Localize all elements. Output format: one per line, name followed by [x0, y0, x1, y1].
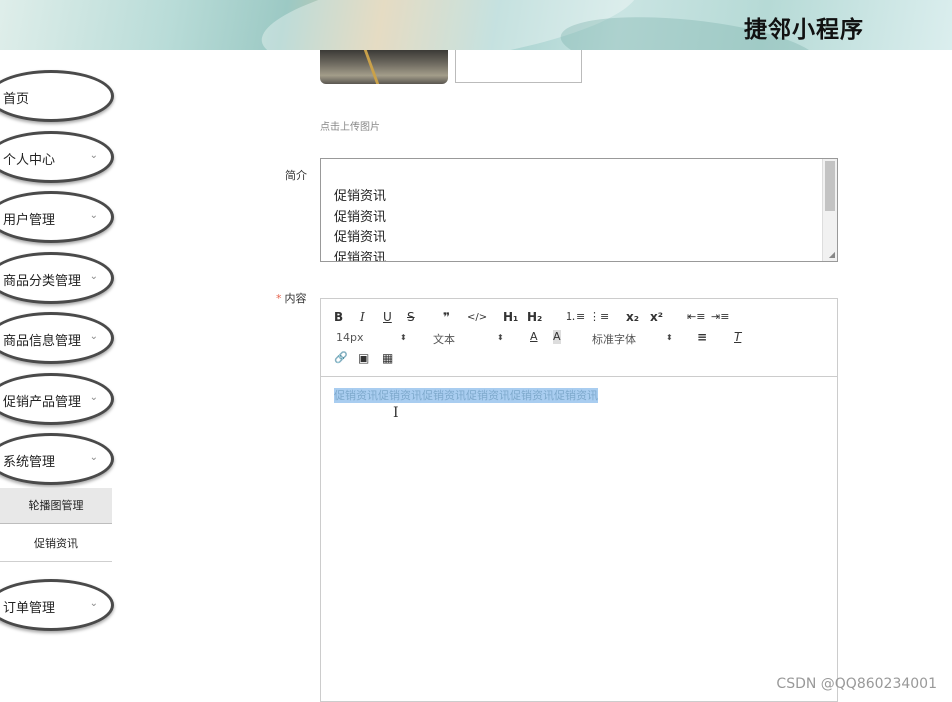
select-arrow-icon: ⬍	[400, 333, 407, 342]
image-icon[interactable]: ▣	[358, 351, 369, 365]
upload-image-button[interactable]	[455, 50, 582, 83]
ordered-list-button[interactable]: ⒈≡	[565, 310, 585, 324]
indent-button[interactable]: ⇥≡	[711, 310, 729, 324]
watermark: CSDN @QQ860234001	[776, 676, 937, 692]
app-header: 捷邻小程序	[0, 0, 952, 50]
sidebar-item-label: 订单管理	[3, 601, 56, 616]
intro-line: 促销资讯	[334, 189, 387, 204]
textarea-scrollbar[interactable]	[822, 159, 837, 261]
outdent-button[interactable]: ⇤≡	[687, 310, 705, 324]
clear-format-button[interactable]: T	[734, 330, 741, 344]
sidebar-item-label: 首页	[3, 92, 30, 107]
rich-text-editor[interactable]: B I U S ❞ </> H₁ H₂ ⒈≡ ⋮≡ x₂ x² ⇤≡ ⇥≡ 14…	[320, 298, 838, 702]
strike-button[interactable]: S	[407, 310, 415, 324]
code-block-button[interactable]: </>	[467, 311, 487, 325]
header-select[interactable]: 文本 ⬍	[433, 331, 504, 347]
chevron-down-icon: ⌄	[89, 392, 98, 403]
editor-toolbar: B I U S ❞ </> H₁ H₂ ⒈≡ ⋮≡ x₂ x² ⇤≡ ⇥≡ 14…	[321, 299, 837, 377]
content-label: * 内容	[276, 290, 307, 306]
bold-button[interactable]: B	[334, 310, 343, 324]
editor-content[interactable]: 促销资讯促销资讯促销资讯促销资讯促销资讯促销资讯	[334, 387, 598, 403]
font-size-select[interactable]: 14px ⬍	[336, 331, 407, 344]
sidebar-subitem-promotion-news[interactable]: 促销资讯	[0, 526, 112, 562]
italic-button[interactable]: I	[360, 310, 365, 324]
select-arrow-icon: ⬍	[497, 333, 504, 342]
font-color-button[interactable]: A	[530, 330, 538, 344]
intro-textarea[interactable]: 促销资讯 促销资讯 促销资讯 促销资讯 ◢	[320, 158, 838, 262]
required-mark: *	[276, 292, 282, 305]
intro-line: 促销资讯	[334, 250, 387, 262]
header-select-value: 文本	[433, 333, 455, 346]
sidebar-subitem-carousel[interactable]: 轮播图管理	[0, 488, 112, 524]
sidebar-item-label: 商品分类管理	[3, 274, 82, 289]
h2-button[interactable]: H₂	[527, 310, 542, 324]
chevron-down-icon: ⌄	[89, 210, 98, 221]
intro-line: 促销资讯	[334, 209, 387, 225]
sidebar-item-label: 商品信息管理	[3, 334, 82, 349]
sidebar-item-system-management[interactable]: 系统管理 ⌄	[0, 433, 114, 485]
superscript-button[interactable]: x²	[650, 310, 663, 324]
blockquote-button[interactable]: ❞	[443, 310, 450, 324]
background-color-button[interactable]: A	[553, 330, 561, 344]
bullet-list-button[interactable]: ⋮≡	[589, 310, 609, 324]
font-size-value: 14px	[336, 331, 364, 344]
sidebar-item-promotion-management[interactable]: 促销产品管理 ⌄	[0, 373, 114, 425]
h1-button[interactable]: H₁	[503, 310, 518, 324]
content-label-text: 内容	[284, 292, 307, 305]
chevron-down-icon: ⌄	[89, 598, 98, 609]
chevron-down-icon: ⌄	[89, 331, 98, 342]
underline-button[interactable]: U	[383, 310, 392, 324]
sidebar-item-user-management[interactable]: 用户管理 ⌄	[0, 191, 114, 243]
sidebar-item-category-management[interactable]: 商品分类管理 ⌄	[0, 252, 114, 304]
sidebar-item-home[interactable]: 首页	[0, 70, 114, 122]
sidebar-item-product-management[interactable]: 商品信息管理 ⌄	[0, 312, 114, 364]
chevron-down-icon: ⌄	[89, 452, 98, 463]
align-button[interactable]: ≡	[697, 330, 707, 344]
upload-hint: 点击上传图片	[320, 122, 380, 133]
sidebar-item-order-management[interactable]: 订单管理 ⌄	[0, 579, 114, 631]
app-title: 捷邻小程序	[744, 17, 864, 43]
sidebar: 首页 个人中心 ⌄ 用户管理 ⌄ 商品分类管理 ⌄ 商品信息管理 ⌄ 促销产品管…	[0, 50, 140, 702]
link-icon[interactable]: 🔗	[334, 351, 348, 365]
text-cursor-icon: I	[393, 405, 399, 421]
chevron-down-icon: ⌄	[89, 271, 98, 282]
font-family-value: 标准字体	[592, 333, 636, 346]
select-arrow-icon: ⬍	[666, 333, 673, 342]
chevron-down-icon: ⌄	[89, 150, 98, 161]
scrollbar-thumb[interactable]	[825, 161, 835, 211]
uploaded-image-thumbnail[interactable]	[320, 50, 448, 84]
thumbnail-detail	[363, 50, 380, 84]
intro-text: 促销资讯 促销资讯 促销资讯 促销资讯	[334, 187, 387, 262]
intro-label: 简介	[285, 169, 307, 182]
resize-grip-icon[interactable]: ◢	[829, 251, 835, 259]
sidebar-item-label: 促销产品管理	[3, 395, 82, 410]
font-family-select[interactable]: 标准字体 ⬍	[592, 331, 673, 347]
subscript-button[interactable]: x₂	[626, 310, 639, 324]
video-icon[interactable]: ▦	[382, 351, 393, 365]
sidebar-item-label: 用户管理	[3, 213, 56, 228]
sidebar-item-label: 系统管理	[3, 455, 56, 470]
sidebar-item-personal-center[interactable]: 个人中心 ⌄	[0, 131, 114, 183]
selected-text: 促销资讯促销资讯促销资讯促销资讯促销资讯促销资讯	[334, 388, 598, 403]
intro-line: 促销资讯	[334, 230, 387, 245]
sidebar-item-label: 个人中心	[3, 153, 56, 168]
